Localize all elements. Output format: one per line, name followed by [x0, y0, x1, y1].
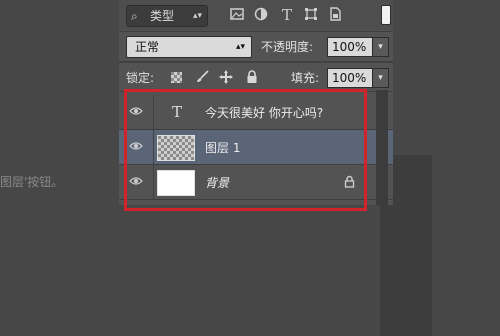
- lock-icon: [343, 175, 355, 189]
- shape-filter-icon[interactable]: [303, 7, 319, 23]
- blend-mode-select[interactable]: 正常 ▴▾: [126, 36, 252, 58]
- fill-label: 填充:: [291, 71, 320, 85]
- filter-type-select[interactable]: ⌕ 类型 ▴▾: [126, 5, 208, 27]
- fill-dropdown-button[interactable]: ▾: [372, 68, 389, 88]
- filter-bar: ⌕ 类型 ▴▾ T: [119, 0, 393, 30]
- panel-scrollbar[interactable]: [376, 90, 388, 205]
- updown-arrow-icon: ▴▾: [235, 42, 245, 52]
- layers-panel: ⌕ 类型 ▴▾ T 正常 ▴▾ 不透明度: 100% ▾ 锁定: 填充: 100…: [119, 0, 393, 205]
- search-icon: ⌕: [131, 9, 138, 23]
- type-filter-icon[interactable]: T: [279, 7, 295, 23]
- blend-mode-value: 正常: [135, 40, 160, 54]
- visibility-column-divider: [153, 165, 154, 199]
- lock-label: 锁定:: [126, 71, 155, 85]
- layer-row-background[interactable]: 背景: [119, 165, 393, 200]
- move-icon[interactable]: [219, 70, 233, 84]
- background-caption-text: 图层'按钮。: [0, 175, 64, 189]
- filter-type-label: 类型: [150, 9, 175, 23]
- filter-toggle-switch[interactable]: [381, 5, 391, 25]
- eye-icon[interactable]: [128, 175, 144, 189]
- lock-transparency-icon[interactable]: [171, 72, 182, 83]
- opacity-dropdown-button[interactable]: ▾: [372, 37, 389, 57]
- divider: [119, 91, 393, 92]
- opacity-input[interactable]: 100%: [327, 37, 373, 57]
- lock-all-icon[interactable]: [245, 70, 259, 84]
- layer-row-text[interactable]: T 今天很美好 你开心吗?: [119, 95, 393, 130]
- fill-input[interactable]: 100%: [327, 68, 373, 88]
- layer-thumbnail-transparent[interactable]: [157, 135, 195, 161]
- image-filter-icon[interactable]: [229, 7, 245, 23]
- smart-object-filter-icon[interactable]: [327, 7, 343, 23]
- updown-arrow-icon: ▴▾: [192, 11, 202, 21]
- visibility-column-divider: [153, 95, 154, 129]
- layer-name[interactable]: 图层 1: [205, 139, 240, 156]
- layer-name[interactable]: 今天很美好 你开心吗?: [205, 104, 323, 121]
- eye-icon[interactable]: [128, 105, 144, 119]
- text-layer-icon: T: [171, 103, 182, 121]
- opacity-label: 不透明度:: [261, 40, 314, 54]
- blend-row: 正常 ▴▾ 不透明度: 100% ▾: [119, 32, 393, 60]
- visibility-column-divider: [153, 130, 154, 164]
- eye-icon[interactable]: [128, 140, 144, 154]
- layer-row-layer1[interactable]: 图层 1: [119, 130, 393, 165]
- adjustment-filter-icon[interactable]: [253, 7, 269, 23]
- layer-thumbnail-white[interactable]: [157, 170, 195, 196]
- brush-icon[interactable]: [195, 70, 209, 84]
- layer-name[interactable]: 背景: [205, 174, 229, 191]
